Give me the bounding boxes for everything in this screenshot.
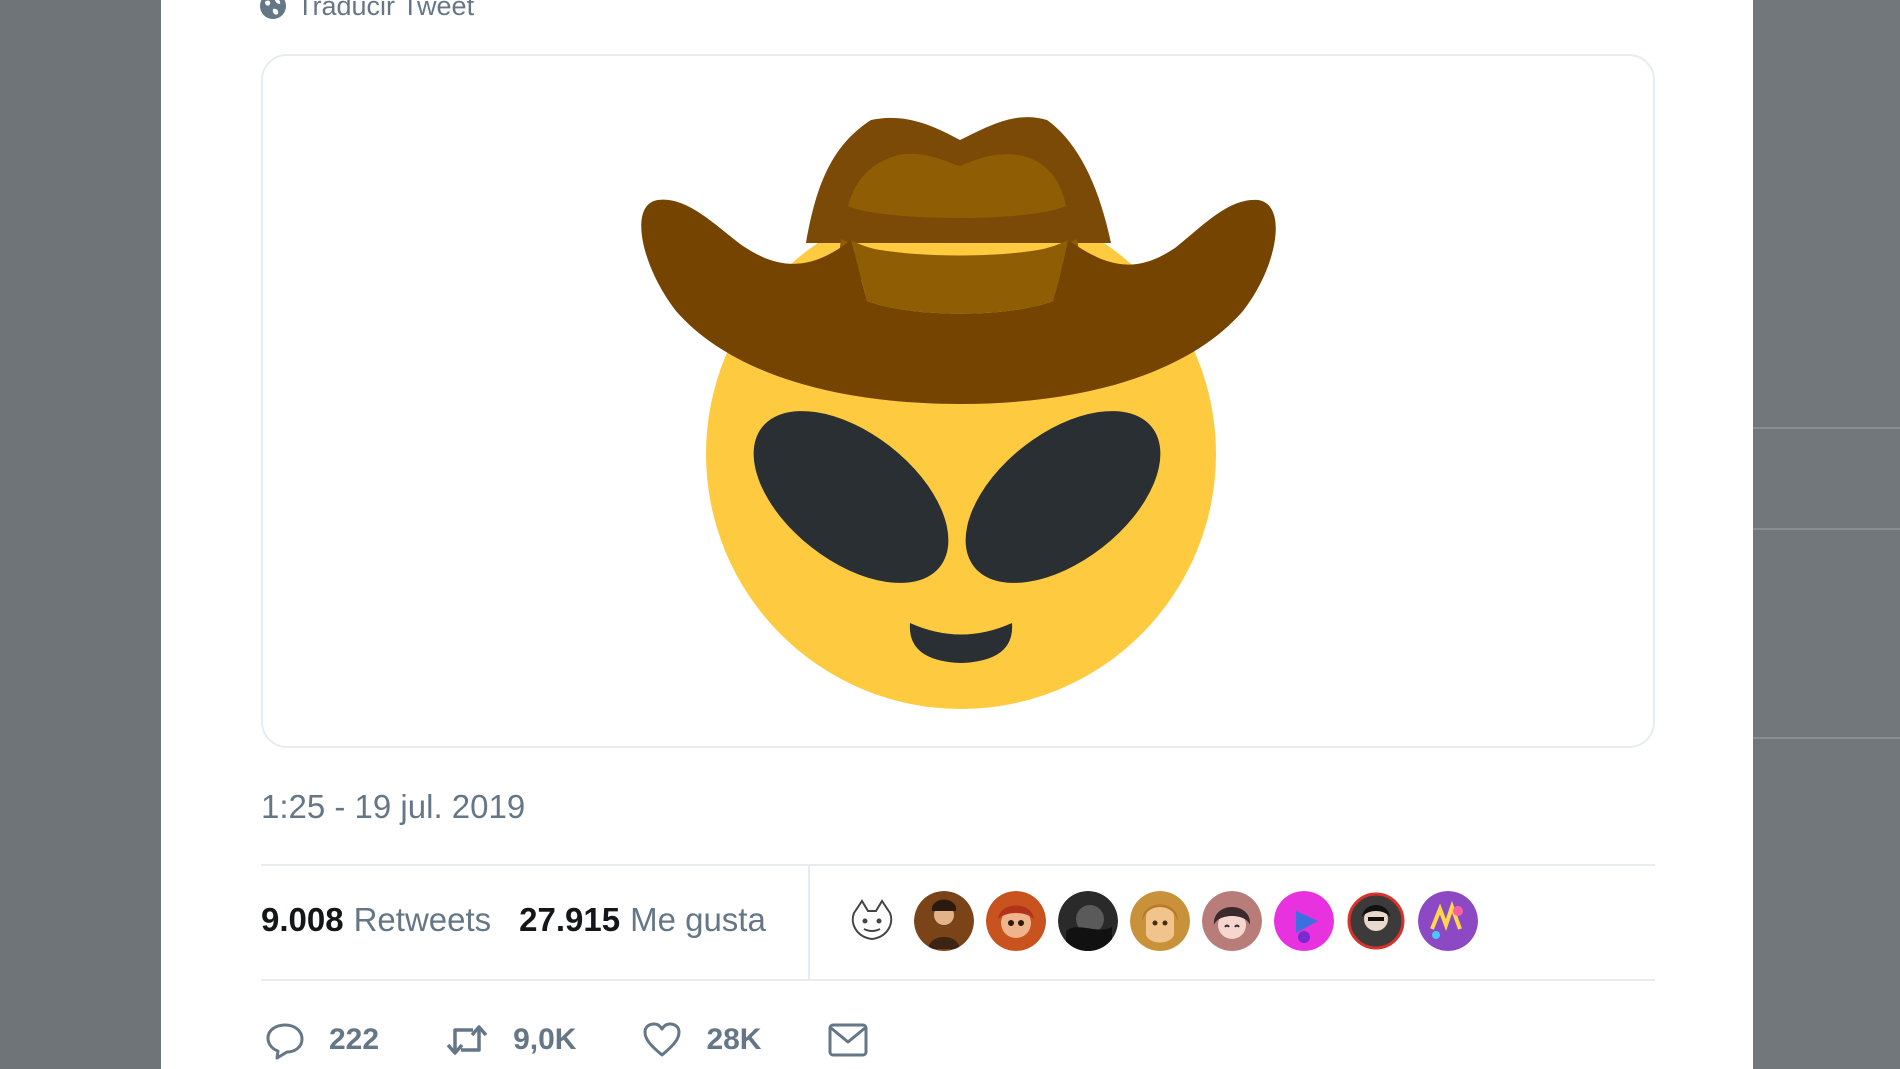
liker-avatar-8[interactable] <box>1346 891 1406 951</box>
like-button[interactable]: 28K <box>642 1021 761 1059</box>
liker-avatar-6[interactable] <box>1202 891 1262 951</box>
retweets-count: 9.008 <box>261 901 344 938</box>
retweet-count: 9,0K <box>513 1023 577 1056</box>
tweet-timestamp[interactable]: 1:25 - 19 jul. 2019 <box>261 788 525 826</box>
background-divider <box>1753 528 1900 530</box>
retweet-button[interactable]: 9,0K <box>445 1020 576 1060</box>
liker-avatar-7[interactable] <box>1274 891 1334 951</box>
liker-avatar-5[interactable] <box>1130 891 1190 951</box>
stats-separator <box>808 864 810 980</box>
tweet-media-image[interactable] <box>261 54 1655 748</box>
liker-avatar-3[interactable] <box>986 891 1046 951</box>
translate-tweet-label: Traducir Tweet <box>297 0 475 21</box>
background-divider <box>1753 737 1900 739</box>
tweet-card: Traducir Tweet 1:25 - 19 jul. 2019 9.008… <box>161 0 1753 1069</box>
heart-icon <box>643 1022 681 1057</box>
reply-count: 222 <box>329 1023 380 1056</box>
translate-tweet-link[interactable]: Traducir Tweet <box>259 0 474 22</box>
cowboy-alien-emoji <box>641 117 1276 709</box>
likes-label: Me gusta <box>630 901 766 938</box>
globe-icon <box>260 0 286 19</box>
reply-icon <box>266 1023 304 1060</box>
background-panel <box>1753 0 1900 1069</box>
likers-avatars <box>842 889 1478 953</box>
tweet-actions: 222 9,0K 28K <box>265 1014 935 1066</box>
likes-count: 27.915 <box>519 901 621 938</box>
retweets-stat[interactable]: 9.008 Retweets <box>261 901 491 939</box>
liker-avatar-4[interactable] <box>1058 891 1118 951</box>
envelope-icon <box>828 1023 868 1057</box>
likes-stat[interactable]: 27.915 Me gusta <box>519 901 766 939</box>
liker-avatar-2[interactable] <box>914 891 974 951</box>
tweet-stats: 9.008 Retweets 27.915 Me gusta <box>261 865 766 975</box>
message-button[interactable] <box>827 1022 869 1058</box>
reply-button[interactable]: 222 <box>265 1020 379 1060</box>
background-divider <box>1753 427 1900 429</box>
retweets-label: Retweets <box>353 901 492 938</box>
liker-avatar-1[interactable] <box>842 891 902 951</box>
like-count: 28K <box>706 1023 762 1056</box>
liker-avatar-9[interactable] <box>1418 891 1478 951</box>
divider <box>261 979 1655 981</box>
retweet-icon <box>446 1025 488 1055</box>
